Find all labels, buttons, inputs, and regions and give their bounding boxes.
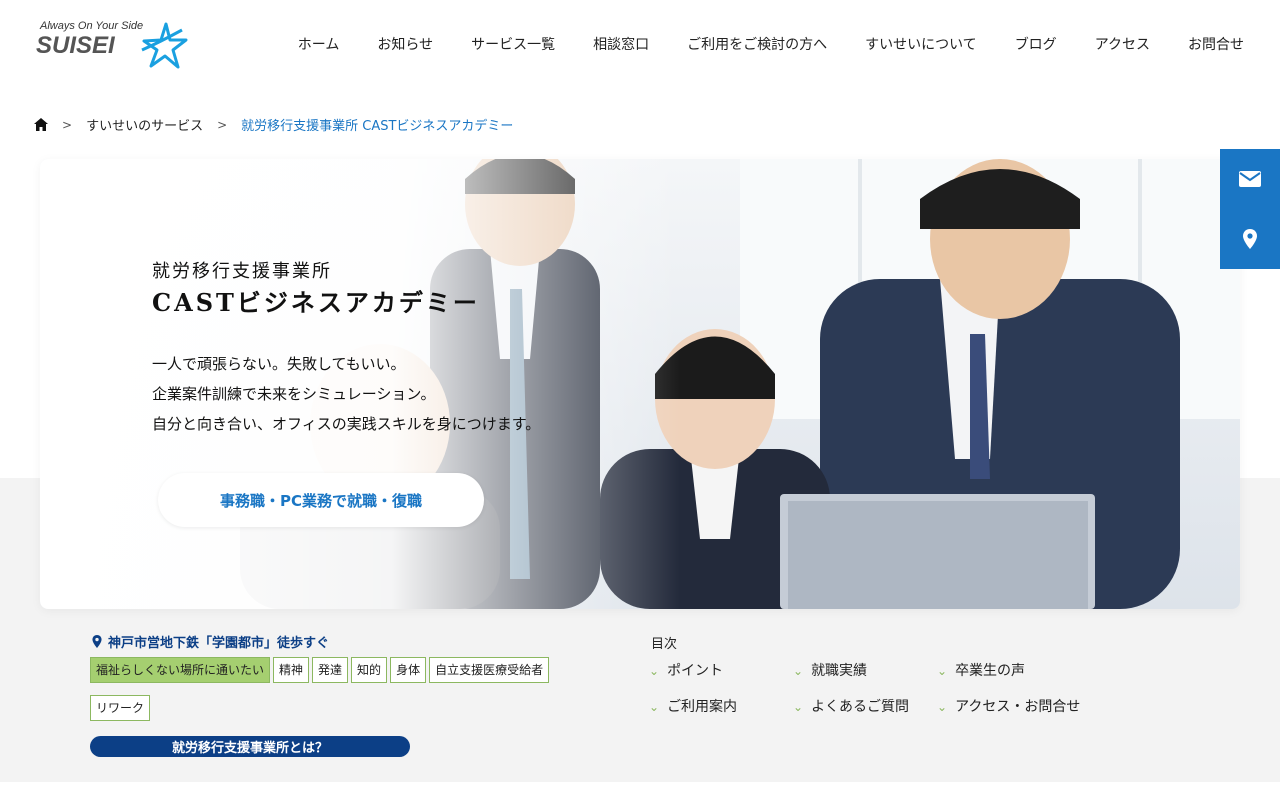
- logo-tagline: Always On Your Side: [40, 20, 144, 32]
- toc-item-label: よくあるご質問: [811, 699, 910, 715]
- toc-item-label: ポイント: [667, 663, 724, 679]
- tag[interactable]: 知的: [351, 657, 388, 683]
- main-nav: ホーム お知らせ サービス一覧 相談窓口 ご利用をご検討の方へ すいせいについて…: [260, 34, 1244, 54]
- nav-blog[interactable]: ブログ: [977, 34, 1057, 54]
- nav-prospective-users[interactable]: ご利用をご検討の方へ: [649, 34, 827, 54]
- table-of-contents: ⌄ ポイント ⌄ 就職実績 ⌄ 卒業生の声 ⌄ ご利用案内 ⌄ よくあるご質問 ⌄ アクセス…: [649, 660, 1081, 716]
- chevron-down-icon: ⌄: [649, 664, 660, 678]
- toc-item[interactable]: ⌄ 就職実績: [793, 660, 937, 680]
- toc-item-label: アクセス・お問合せ: [955, 699, 1081, 715]
- toc-item-label: ご利用案内: [667, 699, 738, 715]
- breadcrumb-separator: >: [62, 117, 73, 132]
- hero-subtitle: 就労移行支援事業所: [152, 261, 332, 282]
- hero-banner: 就労移行支援事業所 CASTビジネスアカデミー 一人で頑張らない。失敗してもいい…: [40, 159, 1240, 609]
- feature-tags: 福祉らしくない場所に通いたい 精神 発達 知的 身体 自立支援医療受給者 リワー…: [90, 657, 610, 721]
- breadcrumb-current: 就労移行支援事業所 CASTビジネスアカデミー: [241, 119, 514, 134]
- location-pin-icon: [92, 635, 102, 648]
- hero-line: 一人で頑張らない。失敗してもいい。: [152, 355, 406, 373]
- tag[interactable]: 発達: [312, 657, 349, 683]
- nav-services[interactable]: サービス一覧: [433, 34, 555, 54]
- breadcrumb-services[interactable]: すいせいのサービス: [86, 115, 203, 134]
- tag[interactable]: 身体: [390, 657, 427, 683]
- hero-title: CASTビジネスアカデミー: [152, 288, 480, 317]
- hero-cta-button[interactable]: 事務職・PC業務で就職・復職: [158, 473, 484, 527]
- chevron-down-icon: ⌄: [937, 664, 948, 678]
- chevron-down-icon: ⌄: [649, 700, 660, 714]
- chevron-down-icon: ⌄: [793, 664, 804, 678]
- toc-item[interactable]: ⌄ ポイント: [649, 660, 793, 680]
- breadcrumb-separator: >: [217, 117, 228, 132]
- star-logo-icon: [141, 22, 188, 69]
- mail-icon: [1239, 171, 1261, 187]
- tag[interactable]: 自立支援医療受給者: [429, 657, 550, 683]
- mail-button[interactable]: [1220, 149, 1280, 209]
- chevron-down-icon: ⌄: [793, 700, 804, 714]
- hero-line: 自分と向き合い、オフィスの実践スキルを身につけます。: [152, 415, 541, 433]
- tag[interactable]: 精神: [273, 657, 310, 683]
- hero-line: 企業案件訓練で未来をシミュレーション。: [152, 385, 436, 403]
- location-info: 神戸市営地下鉄「学園都市」徒歩すぐ: [92, 632, 329, 651]
- site-header: Always On Your Side SUISEI ホーム お知らせ サービス…: [0, 0, 1280, 90]
- nav-access[interactable]: アクセス: [1057, 34, 1150, 54]
- hero-description: 一人で頑張らない。失敗してもいい。 企業案件訓練で未来をシミュレーション。 自分…: [152, 349, 540, 439]
- toc-item[interactable]: ⌄ 卒業生の声: [937, 660, 1081, 680]
- location-text: 神戸市営地下鉄「学園都市」徒歩すぐ: [108, 636, 330, 651]
- home-icon[interactable]: [34, 118, 48, 131]
- chevron-down-icon: ⌄: [937, 700, 948, 714]
- about-service-button[interactable]: 就労移行支援事業所とは？: [90, 736, 410, 757]
- tag[interactable]: リワーク: [90, 695, 151, 721]
- floating-actions: [1220, 149, 1280, 269]
- site-logo[interactable]: Always On Your Side SUISEI: [36, 18, 196, 70]
- nav-home[interactable]: ホーム: [260, 34, 340, 54]
- breadcrumb: > すいせいのサービス > 就労移行支援事業所 CASTビジネスアカデミー: [34, 115, 513, 134]
- toc-item-label: 卒業生の声: [955, 663, 1026, 679]
- toc-item-label: 就職実績: [811, 663, 868, 679]
- nav-about[interactable]: すいせいについて: [827, 34, 977, 54]
- tag[interactable]: 福祉らしくない場所に通いたい: [90, 657, 271, 683]
- nav-consultation[interactable]: 相談窓口: [555, 34, 649, 54]
- toc-item[interactable]: ⌄ アクセス・お問合せ: [937, 696, 1081, 716]
- nav-contact[interactable]: お問合せ: [1150, 34, 1244, 54]
- nav-news[interactable]: お知らせ: [339, 34, 433, 54]
- toc-item[interactable]: ⌄ ご利用案内: [649, 696, 793, 716]
- location-pin-icon: [1243, 229, 1257, 249]
- toc-title: 目次: [651, 637, 678, 652]
- logo-wordmark: SUISEI: [36, 32, 115, 59]
- toc-item[interactable]: ⌄ よくあるご質問: [793, 696, 937, 716]
- location-button[interactable]: [1220, 209, 1280, 269]
